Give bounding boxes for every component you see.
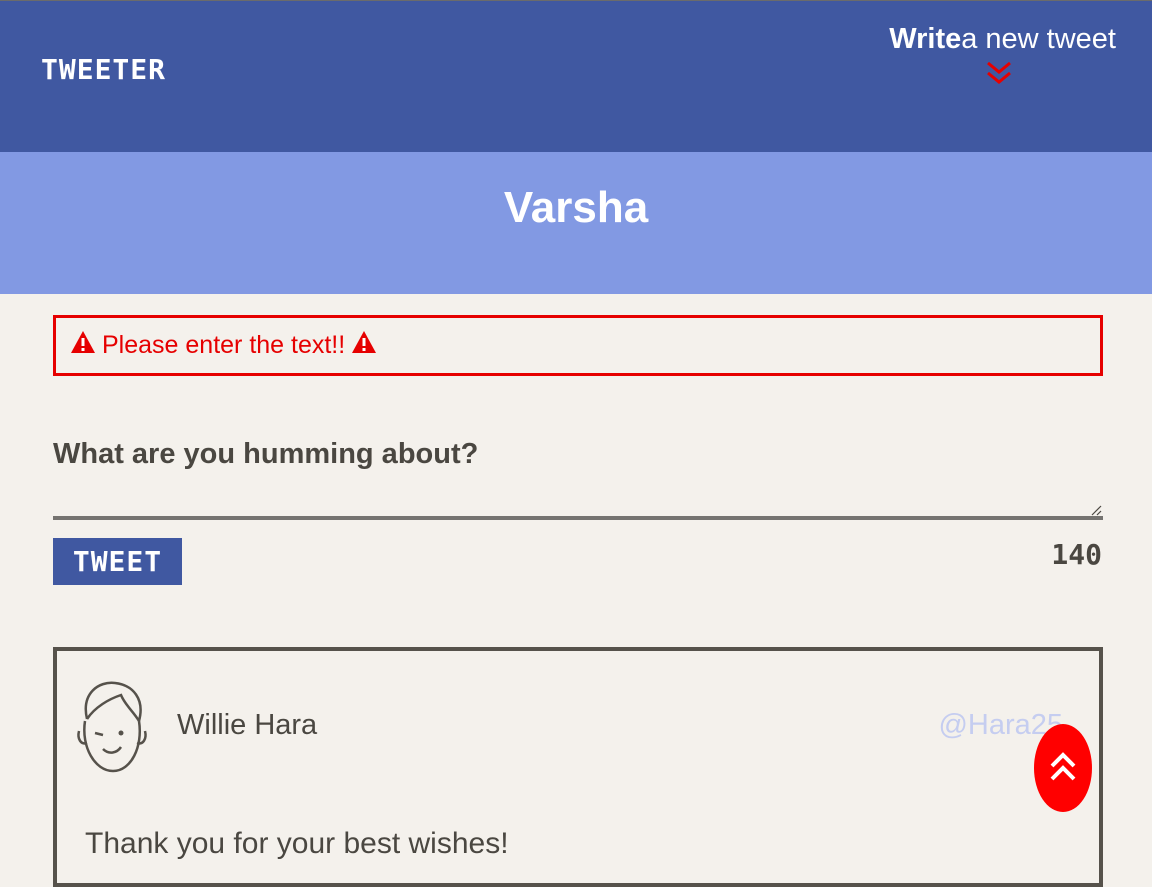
profile-username: Varsha [503, 183, 649, 232]
resize-grip-icon[interactable] [1090, 503, 1102, 521]
double-chevron-down-icon[interactable] [986, 61, 1012, 92]
tweet-text: Thank you for your best wishes! [85, 827, 509, 860]
tweet-card: Willie Hara @Hara25 Thank you for your b… [53, 647, 1103, 887]
write-new-tweet-link[interactable]: Writea new tweet [889, 23, 1116, 56]
tweet-button[interactable]: TWEET [53, 538, 182, 585]
tweet-textarea-placeholder: What are you humming about? [53, 438, 479, 470]
error-alert: Please enter the text!! [53, 315, 1103, 376]
compose-link-rest: a new tweet [961, 23, 1116, 55]
alert-message: Please enter the text!! [102, 331, 346, 359]
top-nav-bar: TWEETER Writea new tweet [0, 0, 1152, 152]
warning-icon [351, 330, 377, 361]
brand-logo[interactable]: TWEETER [41, 53, 166, 86]
scroll-to-top-button[interactable] [1034, 724, 1092, 812]
warning-icon [70, 330, 96, 361]
compose-link-bold: Write [889, 23, 962, 55]
tweet-author-name: Willie Hara [177, 709, 318, 741]
double-chevron-up-icon [1049, 751, 1077, 785]
char-counter: 140 [1051, 538, 1102, 571]
person-avatar-icon [75, 677, 149, 780]
